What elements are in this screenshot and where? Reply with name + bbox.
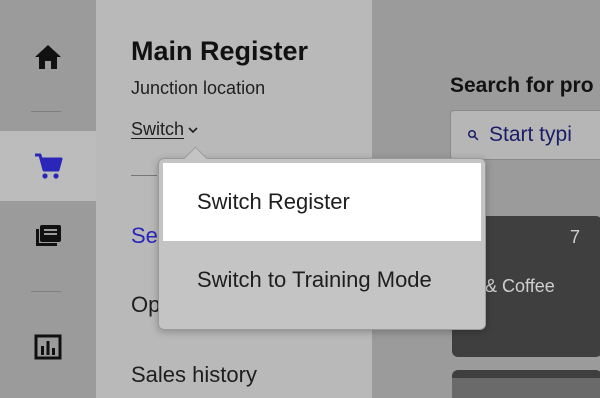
home-icon xyxy=(35,45,61,69)
products-icon xyxy=(36,225,61,246)
panel-divider xyxy=(131,175,157,176)
nav-rail xyxy=(0,0,96,398)
nav-item-products[interactable] xyxy=(0,201,96,271)
nav-item-home[interactable] xyxy=(0,22,96,92)
reports-icon xyxy=(34,334,62,360)
switch-dropdown-menu: Switch Register Switch to Training Mode xyxy=(158,146,486,330)
switch-label: Switch xyxy=(131,119,185,139)
chevron-down-icon xyxy=(188,126,198,133)
panel-item-open[interactable]: Op xyxy=(131,292,160,318)
switch-button[interactable]: Switch xyxy=(131,119,199,140)
cart-icon xyxy=(35,153,63,179)
nav-item-sell[interactable] xyxy=(0,131,96,201)
search-input[interactable] xyxy=(487,122,600,148)
menu-item-training-mode[interactable]: Switch to Training Mode xyxy=(163,241,481,319)
nav-divider xyxy=(31,111,61,112)
search-box[interactable] xyxy=(450,110,600,160)
menu-item-switch-register[interactable]: Switch Register xyxy=(163,163,481,241)
search-heading: Search for pro xyxy=(450,74,594,97)
tile-count: 7 xyxy=(569,227,580,247)
app: Main Register Junction location Switch S… xyxy=(0,0,600,398)
nav-item-reports[interactable] xyxy=(0,312,96,382)
register-title: Main Register xyxy=(131,36,309,66)
panel-item-sales-history[interactable]: Sales history xyxy=(131,362,257,388)
tile-image xyxy=(452,378,600,398)
product-tile[interactable] xyxy=(452,370,600,398)
register-location: Junction location xyxy=(131,78,266,98)
search-icon xyxy=(468,130,479,141)
nav-divider xyxy=(31,291,61,292)
